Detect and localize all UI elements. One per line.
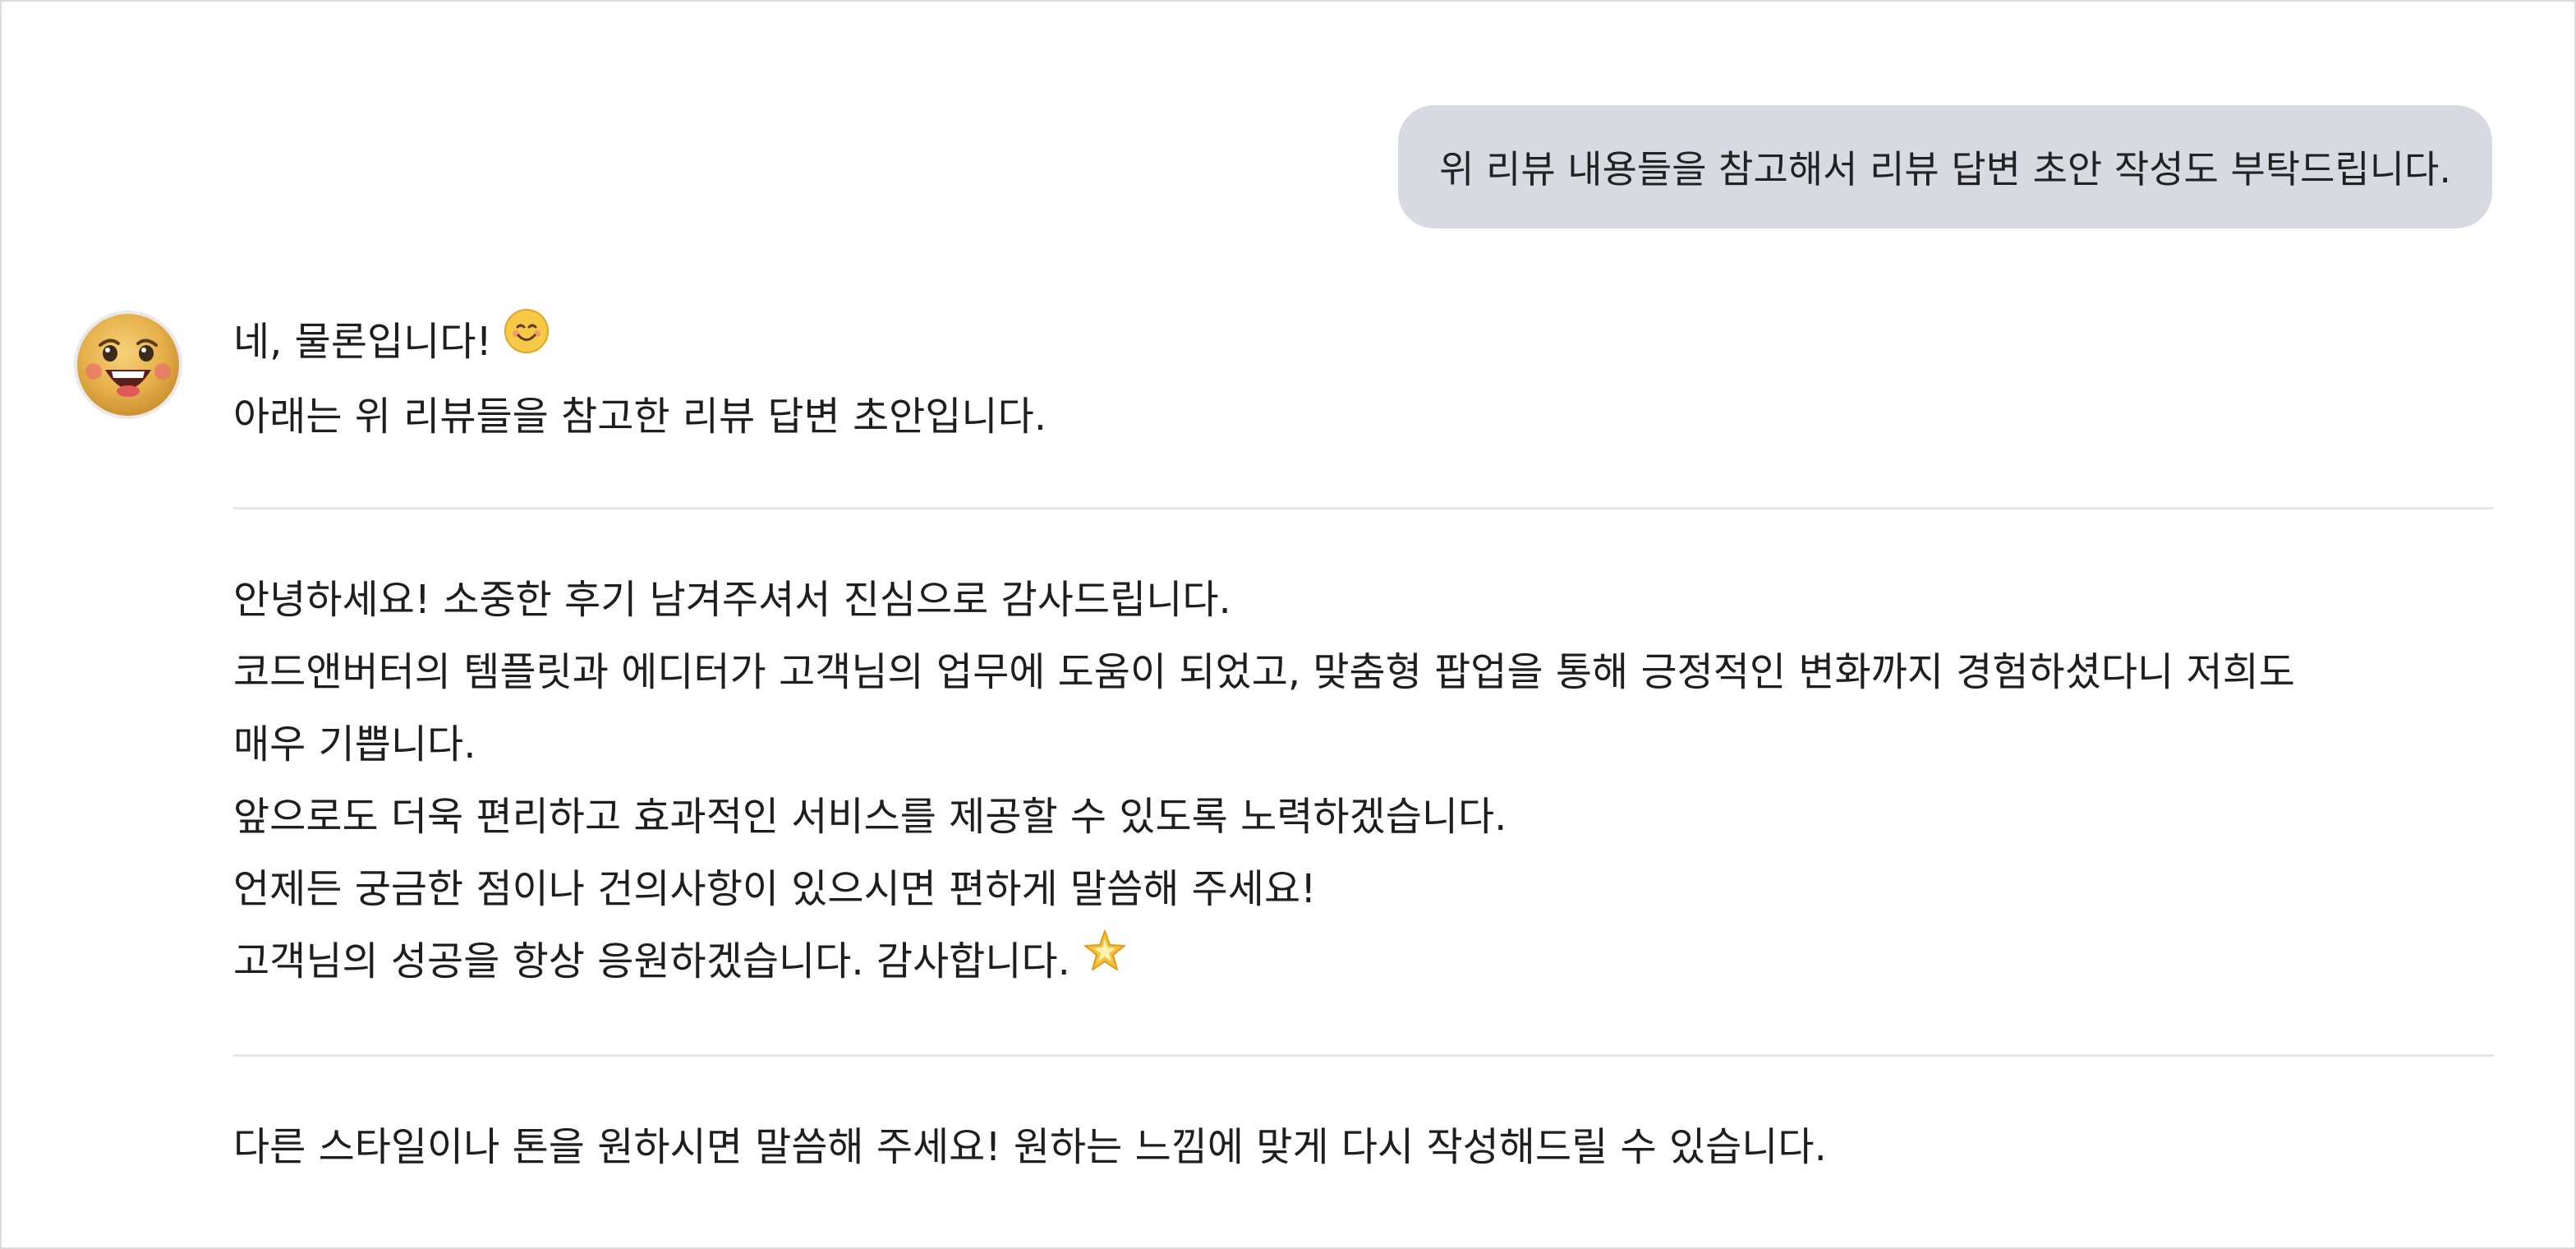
user-message-text: 위 리뷰 내용들을 참고해서 리뷰 답변 초안 작성도 부탁드립니다. (1439, 147, 2451, 191)
draft-line: 앞으로도 더욱 편리하고 효과적인 서비스를 제공할 수 있도록 노력하겠습니다… (233, 794, 1507, 840)
assistant-message: 네, 물론입니다! 아래는 위 리뷰들을 참고한 리뷰 답변 초안입니다. 안녕… (233, 306, 2494, 1183)
glowing-star-emoji-icon (1082, 924, 1128, 997)
assistant-intro-line-1: 네, 물론입니다! (233, 306, 2494, 380)
assistant-intro-line-2: 아래는 위 리뷰들을 참고한 리뷰 답변 초안입니다. (233, 394, 1047, 440)
smiling-face-avatar-icon (72, 309, 184, 421)
assistant-intro-text-1: 네, 물론입니다! (233, 319, 492, 365)
assistant-closing-line: 다른 스타일이나 톤을 원하시면 말씀해 주세요! 원하는 느낌에 맞게 다시 … (233, 1124, 1827, 1170)
section-divider (233, 1054, 2494, 1057)
review-reply-draft: 안녕하세요! 소중한 후기 남겨주셔서 진심으로 감사드립니다. 코드앤버터의 … (233, 564, 2494, 1000)
draft-line: 안녕하세요! 소중한 후기 남겨주셔서 진심으로 감사드립니다. (233, 577, 1231, 623)
draft-line: 매우 기쁩니다. (233, 721, 476, 767)
draft-line: 코드앤버터의 템플릿과 에디터가 고객님의 업무에 도움이 되었고, 맞춤형 팝… (233, 649, 2295, 695)
draft-line: 언제든 궁금한 점이나 건의사항이 있으시면 편하게 말씀해 주세요! (233, 866, 1317, 912)
draft-line-last: 고객님의 성공을 항상 응원하겠습니다. 감사합니다. (233, 925, 2494, 1000)
chat-window: 위 리뷰 내용들을 참고해서 리뷰 답변 초안 작성도 부탁드립니다. 네, 물… (0, 0, 2576, 1249)
draft-line-last-text: 고객님의 성공을 항상 응원하겠습니다. 감사합니다. (233, 938, 1070, 984)
section-divider (233, 507, 2494, 509)
user-message-bubble: 위 리뷰 내용들을 참고해서 리뷰 답변 초안 작성도 부탁드립니다. (1398, 105, 2492, 228)
smiling-face-emoji-icon (504, 305, 550, 377)
